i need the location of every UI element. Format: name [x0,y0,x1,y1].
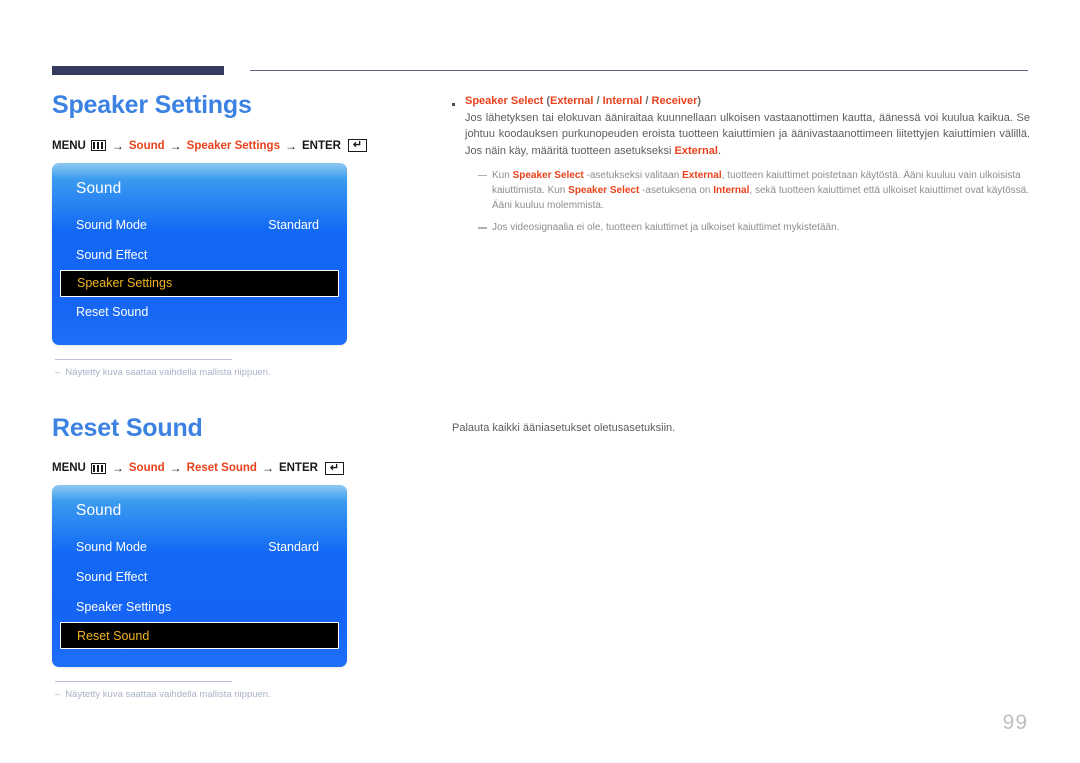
speaker-select-bullet: Speaker Select (External / Internal / Re… [452,95,1030,243]
footnote-dash: – [55,689,61,700]
arrow-icon-1: → [111,138,124,153]
page-title-speaker-settings: Speaker Settings [52,91,252,119]
arrow-icon-1: → [111,461,124,475]
menu-path-speaker-settings: MENU → Sound → Speaker Settings → ENTER … [52,139,422,153]
reset-sound-description: Palauta kaikki ääniasetukset oletusasetu… [452,422,676,434]
menu-path-label: MENU [52,462,86,474]
osd-row-sound-mode[interactable]: Sound Mode Standard [52,532,347,562]
footnote-reset-sound: – Näytetty kuva saattaa vaihdella mallis… [52,689,422,700]
osd-row-list: Sound Mode Standard Sound Effect Speaker… [52,210,347,327]
osd-row-value: Standard [268,540,319,554]
bullet-dot-icon [452,103,455,106]
osd-title: Sound [76,179,122,197]
osd-row-label: Sound Mode [76,217,147,232]
arrow-icon-3: → [284,138,297,153]
document-page: Speaker Settings MENU → Sound → Speaker … [0,0,1080,763]
footnote-separator [55,358,232,360]
sn1-b3: Speaker Select [568,184,640,196]
menu-bars-icon [90,140,106,151]
osd-row-reset-sound[interactable]: Reset Sound [52,297,347,327]
menu-path-step-sound: Sound [128,462,165,474]
paren-close: ) [697,95,702,107]
right-column: Speaker Select (External / Internal / Re… [452,95,1030,434]
sn1-b4: Internal [713,184,750,196]
osd-row-speaker-settings-selected[interactable]: Speaker Settings [60,269,339,297]
menu-path-reset-sound: MENU → Sound → Reset Sound → ENTER ↵ [52,461,422,475]
option-receiver: Receiver [651,95,698,107]
option-internal: Internal [602,95,643,107]
footnote-dash: – [55,366,61,378]
option-separator-2: / [642,95,652,107]
speaker-select-paragraph: Jos lähetyksen tai elokuvan ääniraitaa k… [465,110,1030,159]
osd-row-label: Sound Effect [76,247,148,262]
section-speaker-settings: Speaker Settings MENU → Sound → Speaker … [52,91,422,378]
enter-label: ENTER [278,462,318,474]
subnote-text: Jos videosignaalia ei ole, tuotteen kaiu… [492,222,840,234]
option-separator-1: / [593,95,603,107]
sn1-t2: -asetukseksi valitaan [583,169,683,181]
footnote-text: Näytetty kuva saattaa vaihdella mallista… [65,366,271,378]
menu-path-step-sound: Sound [128,139,165,152]
sn1-t4: -asetuksena on [639,184,714,196]
osd-row-reset-sound-selected[interactable]: Reset Sound [60,622,339,649]
subnote-dash-icon [478,174,487,177]
speaker-select-subnotes: Kun Speaker Select -asetukseksi valitaan… [465,168,1030,236]
arrow-icon-3: → [261,461,274,475]
osd-row-label: Speaker Settings [77,276,173,290]
sn1-b1: Speaker Select [512,169,584,181]
osd-row-sound-mode[interactable]: Sound Mode Standard [52,210,347,240]
osd-row-label: Reset Sound [77,628,150,643]
menu-path-step-reset-sound: Reset Sound [186,462,257,474]
osd-row-label: Sound Mode [76,540,147,554]
osd-row-speaker-settings[interactable]: Speaker Settings [52,592,347,622]
osd-row-label: Sound Effect [76,570,148,584]
osd-row-sound-effect[interactable]: Sound Effect [52,240,347,270]
reset-sound-description-wrap: Palauta kaikki ääniasetukset oletusasetu… [452,420,1030,437]
osd-row-list: Sound Mode Standard Sound Effect Speaker… [52,532,347,649]
section-reset-sound: Reset Sound MENU → Sound → Reset Sound →… [52,413,422,700]
paren-open: ( [543,95,551,107]
paragraph-bold-external: External [674,144,718,157]
subnote-text: Kun Speaker Select -asetukseksi valitaan… [492,168,1030,214]
osd-menu-sound-1: Sound Sound Mode Standard Sound Effect S… [52,162,347,345]
footnote-text: Näytetty kuva saattaa vaihdella mallista… [65,689,271,700]
left-column: Speaker Settings MENU → Sound → Speaker … [52,91,422,700]
arrow-icon-2: → [169,461,182,475]
subnote-2: Jos videosignaalia ei ole, tuotteen kaiu… [478,220,1030,235]
arrow-icon-2: → [169,138,182,153]
page-title-reset-sound: Reset Sound [52,413,203,442]
footnote-speaker-settings: – Näytetty kuva saattaa vaihdella mallis… [52,367,422,378]
speaker-select-heading: Speaker Select (External / Internal / Re… [465,95,1030,107]
osd-row-value: Standard [268,217,319,232]
subnote-dash-icon [478,227,487,229]
header-rule-thick [52,66,224,75]
menu-bars-icon [90,462,106,474]
option-external: External [550,95,594,107]
osd-row-label: Reset Sound [76,304,149,319]
osd-title: Sound [76,502,122,519]
osd-row-sound-effect[interactable]: Sound Effect [52,562,347,592]
menu-path-step-speaker-settings: Speaker Settings [186,139,280,152]
header-rule-thin [250,70,1028,71]
enter-return-icon: ↵ [324,461,344,475]
paragraph-text-2: . [717,144,721,157]
sn1-t1: Kun [492,169,513,181]
paragraph-text-1: Jos lähetyksen tai elokuvan ääniraitaa k… [465,112,1030,157]
enter-return-icon: ↵ [347,139,367,152]
footnote-separator [55,681,232,682]
osd-row-label: Speaker Settings [76,600,172,614]
speaker-select-body: Speaker Select (External / Internal / Re… [465,95,1030,243]
subnote-1: Kun Speaker Select -asetukseksi valitaan… [478,168,1030,214]
enter-label: ENTER [301,139,341,152]
sn1-b2: External [682,169,722,181]
speaker-select-name: Speaker Select [465,95,544,107]
page-number: 99 [1002,711,1028,734]
osd-menu-sound-2: Sound Sound Mode Standard Sound Effect S… [52,485,347,667]
menu-path-label: MENU [52,139,86,152]
